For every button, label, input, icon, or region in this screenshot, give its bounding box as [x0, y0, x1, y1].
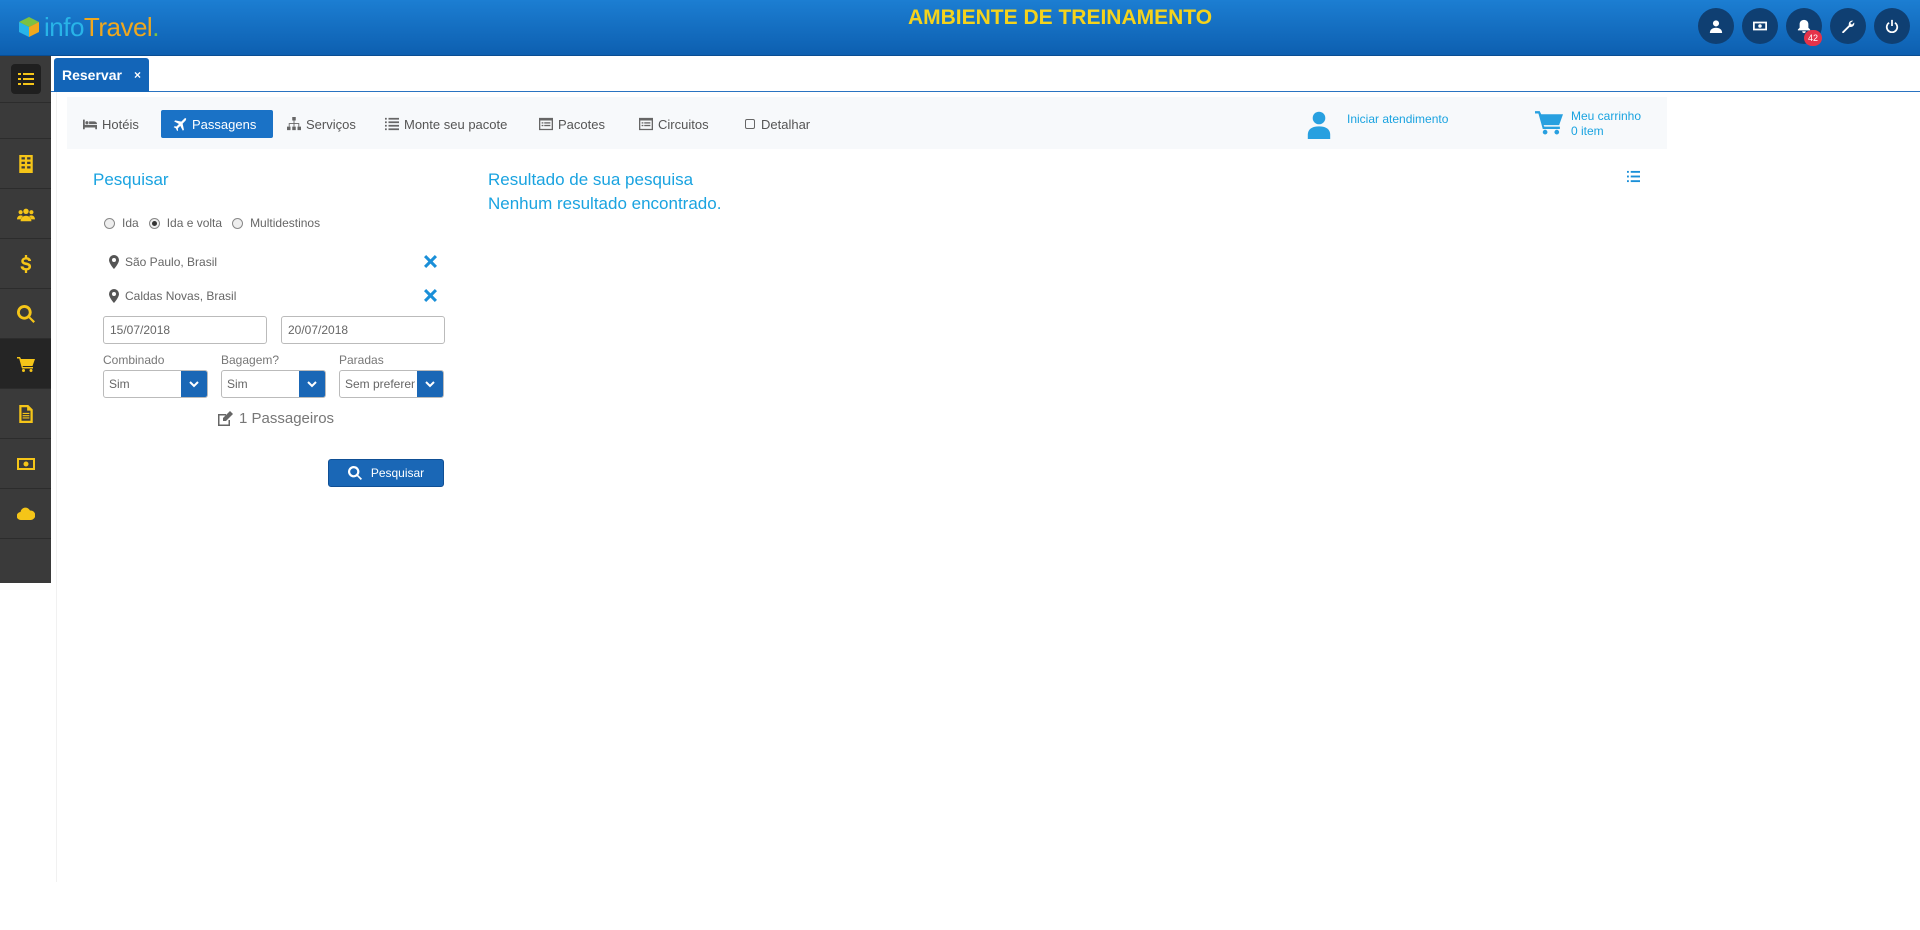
clear-destination-button[interactable]: [424, 289, 437, 302]
list-alt-icon: [539, 117, 553, 131]
passengers-selector[interactable]: 1 Passageiros: [217, 410, 334, 427]
trip-type-group: Ida Ida e volta Multidestinos: [104, 216, 330, 230]
edit-icon: [218, 410, 233, 426]
top-header: infoTravel. AMBIENTE DE TREINAMENTO 42: [0, 0, 1920, 56]
stops-label: Paradas: [339, 353, 384, 367]
combined-select[interactable]: Sim: [103, 370, 208, 398]
list-alt-icon: [639, 117, 653, 131]
left-sidebar: [0, 56, 51, 583]
combined-dropdown-button[interactable]: [181, 371, 207, 397]
document-icon: [18, 404, 33, 423]
money-button[interactable]: [1742, 8, 1778, 44]
search-icon: [347, 466, 362, 480]
settings-button[interactable]: [1830, 8, 1866, 44]
passengers-count: 1 Passageiros: [239, 410, 335, 427]
search-icon: [16, 304, 35, 323]
list-ol-icon: [1627, 170, 1640, 183]
chevron-down-icon: [307, 381, 317, 388]
nav-detail-toggle[interactable]: Detalhar: [737, 110, 818, 138]
cash-icon: [16, 457, 35, 470]
destination-value: Caldas Novas, Brasil: [125, 289, 237, 303]
users-icon: [16, 208, 35, 221]
stops-dropdown-button[interactable]: [417, 371, 443, 397]
origin-value: São Paulo, Brasil: [125, 255, 218, 269]
nav-tab-services[interactable]: Serviços: [279, 110, 364, 138]
start-attendance-label: Iniciar atendimento: [1347, 112, 1449, 126]
product-nav: Hotéis Passagens Serviços Monte seu paco…: [67, 97, 1667, 149]
tab-close-button[interactable]: ×: [134, 68, 141, 82]
cart-icon: [16, 356, 35, 372]
power-icon: [1885, 19, 1899, 33]
environment-title: AMBIENTE DE TREINAMENTO: [907, 6, 1213, 29]
sidebar-item-booking[interactable]: [0, 339, 51, 389]
cart-title: Meu carrinho: [1571, 109, 1642, 123]
tab-strip: Reservar ×: [51, 56, 1920, 92]
results-view-toggle[interactable]: [1627, 170, 1640, 186]
main-content: Hotéis Passagens Serviços Monte seu paco…: [56, 92, 1920, 882]
menu-list-icon: [17, 73, 34, 85]
person-icon: [1307, 111, 1331, 139]
dollar-icon: [20, 254, 31, 273]
chevron-down-icon: [425, 381, 435, 388]
sidebar-item-search[interactable]: [0, 289, 51, 339]
shopping-cart[interactable]: Meu carrinho 0 item: [1535, 109, 1641, 139]
nav-tab-build-package[interactable]: Monte seu pacote: [377, 110, 515, 138]
sitemap-icon: [287, 117, 301, 131]
map-marker-icon: [109, 289, 119, 303]
start-attendance[interactable]: Iniciar atendimento: [1307, 111, 1448, 139]
logout-button[interactable]: [1874, 8, 1910, 44]
sidebar-item-documents[interactable]: [0, 389, 51, 439]
departure-date-input[interactable]: [103, 316, 267, 344]
chevron-down-icon: [189, 381, 199, 388]
nav-tab-flights[interactable]: Passagens: [161, 110, 273, 138]
notification-badge: 42: [1804, 30, 1822, 46]
list-icon: [385, 117, 399, 131]
radio-one-way[interactable]: [104, 217, 115, 229]
close-icon: [424, 289, 437, 302]
user-button[interactable]: [1698, 8, 1734, 44]
sidebar-item-cash[interactable]: [0, 439, 51, 489]
clear-origin-button[interactable]: [424, 255, 437, 268]
results-title: Resultado de sua pesquisa: [488, 170, 694, 189]
destination-field[interactable]: Caldas Novas, Brasil: [109, 286, 437, 306]
stops-select[interactable]: Sem preferencia: [339, 370, 444, 398]
search-title: Pesquisar: [93, 170, 169, 189]
wrench-icon: [1841, 20, 1855, 33]
close-icon: [424, 255, 437, 268]
radio-round-trip[interactable]: [148, 217, 160, 229]
sidebar-menu-toggle[interactable]: [0, 56, 51, 103]
cart-count: 0 item: [1571, 124, 1604, 138]
sidebar-spacer: [0, 103, 51, 139]
origin-field[interactable]: São Paulo, Brasil: [109, 252, 437, 272]
sidebar-item-hotels[interactable]: [0, 139, 51, 189]
return-date-input[interactable]: [281, 316, 445, 344]
plane-icon: [173, 118, 187, 131]
sidebar-item-cloud[interactable]: [0, 489, 51, 539]
radio-multi-destination[interactable]: [232, 217, 244, 229]
notifications-button[interactable]: 42: [1786, 8, 1822, 46]
checkbox-icon[interactable]: [745, 119, 755, 129]
cloud-icon: [16, 507, 35, 520]
tab-label: Reservar: [62, 67, 122, 83]
building-icon: [18, 154, 33, 173]
sidebar-item-finance[interactable]: [0, 239, 51, 289]
map-marker-icon: [109, 255, 119, 269]
nav-tab-circuits[interactable]: Circuitos: [631, 110, 717, 138]
baggage-dropdown-button[interactable]: [299, 371, 325, 397]
sidebar-item-clients[interactable]: [0, 189, 51, 239]
money-icon: [1753, 21, 1767, 31]
nav-tab-hotels[interactable]: Hotéis: [75, 110, 147, 138]
results-empty-message: Nenhum resultado encontrado.: [488, 194, 722, 213]
search-button[interactable]: Pesquisar: [328, 459, 444, 487]
baggage-select[interactable]: Sim: [221, 370, 326, 398]
user-icon: [1709, 20, 1723, 33]
cart-icon: [1535, 111, 1563, 135]
baggage-label: Bagagem?: [221, 353, 280, 367]
bed-icon: [83, 119, 97, 130]
nav-tab-packages[interactable]: Pacotes: [531, 110, 613, 138]
combined-label: Combinado: [103, 353, 165, 367]
tab-reservar[interactable]: Reservar ×: [54, 58, 149, 92]
